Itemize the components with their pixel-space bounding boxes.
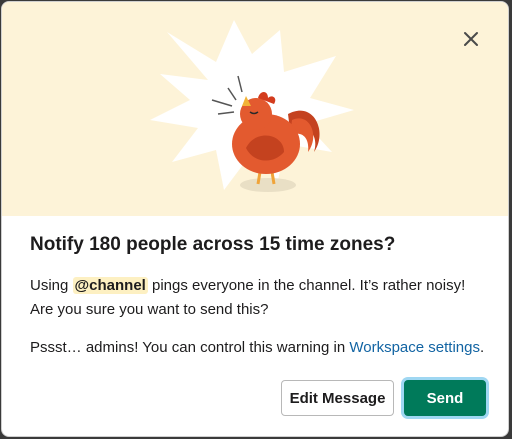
dialog-title: Notify 180 people across 15 time zones?: [30, 234, 396, 255]
edit-message-button[interactable]: Edit Message: [281, 380, 394, 416]
admin-text: Pssst… admins! You can control this warn…: [30, 339, 350, 356]
hero-banner: [2, 2, 508, 216]
admin-note: Pssst… admins! You can control this warn…: [30, 336, 484, 360]
body-prefix: Using: [30, 277, 73, 294]
rooster-illustration: [150, 20, 354, 192]
channel-mention: @channel: [72, 277, 148, 294]
admin-end: .: [479, 339, 485, 356]
close-button[interactable]: [456, 24, 486, 54]
workspace-settings-link[interactable]: Workspace settings: [349, 339, 480, 356]
dialog-body: Using @channel pings everyone in the cha…: [30, 274, 480, 322]
notify-dialog: Notify 180 people across 15 time zones? …: [1, 1, 509, 437]
close-icon: [464, 32, 478, 46]
send-button[interactable]: Send: [404, 380, 486, 416]
